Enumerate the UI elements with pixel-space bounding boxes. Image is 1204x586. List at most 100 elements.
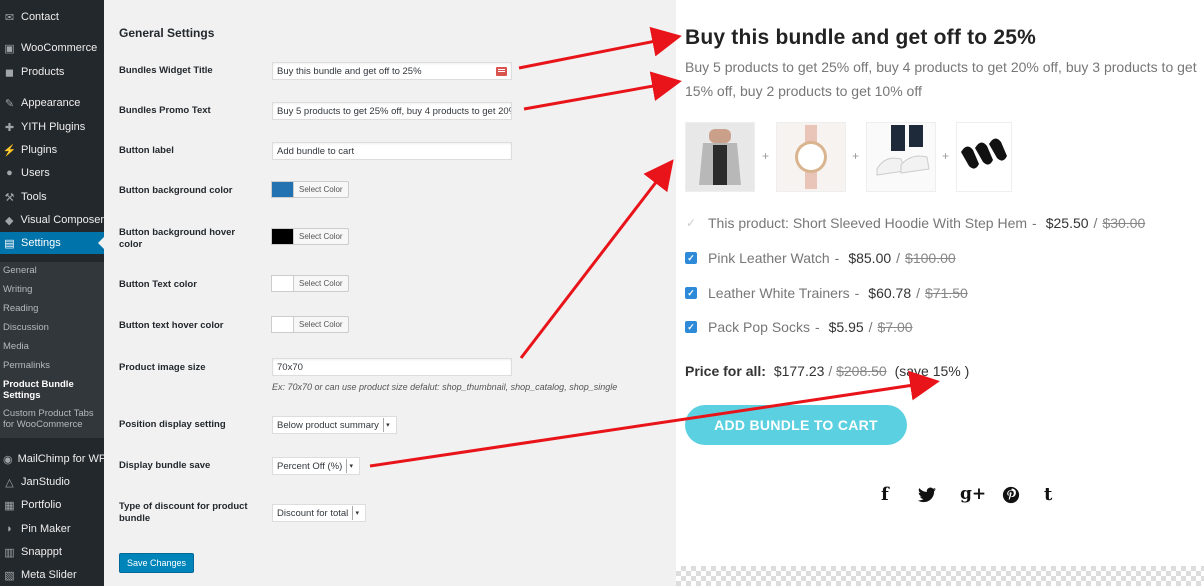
text-color-picker[interactable]: Select Color bbox=[271, 275, 349, 292]
plus-separator: + bbox=[762, 149, 770, 163]
menu-label: JanStudio bbox=[21, 476, 70, 488]
menu-label: Snapppt bbox=[21, 546, 62, 558]
menu-contact[interactable]: ✉ Contact bbox=[0, 6, 104, 28]
menu-label: Users bbox=[21, 167, 50, 179]
bg-hover-color-swatch[interactable] bbox=[271, 228, 293, 245]
menu-label: WooCommerce bbox=[21, 42, 98, 54]
item-name: Pink Leather Watch bbox=[708, 250, 830, 266]
product-thumbnail-watch[interactable] bbox=[776, 122, 846, 192]
menu-janstudio[interactable]: △ JanStudio bbox=[0, 471, 104, 493]
menu-visual-composer[interactable]: ◆ Visual Composer bbox=[0, 209, 104, 231]
bg-select-color-button[interactable]: Select Color bbox=[293, 181, 349, 198]
menu-appearance[interactable]: ✎ Appearance bbox=[0, 92, 104, 114]
facebook-icon[interactable]: f bbox=[881, 484, 889, 505]
bg-hover-select-color-button[interactable]: Select Color bbox=[293, 228, 349, 245]
item-slash: / bbox=[896, 250, 901, 266]
menu-meta-slider[interactable]: ▧ Meta Slider bbox=[0, 564, 104, 586]
menu-yith-plugins[interactable]: ✚ YITH Plugins bbox=[0, 116, 104, 138]
submenu-general[interactable]: General bbox=[3, 265, 37, 276]
plus-separator: + bbox=[942, 149, 950, 163]
menu-users[interactable]: ● Users bbox=[0, 162, 104, 184]
position-select[interactable]: Below product summary ▾ bbox=[272, 416, 397, 434]
text-hover-select-color-button[interactable]: Select Color bbox=[293, 316, 349, 333]
bg-hover-color-picker[interactable]: Select Color bbox=[271, 228, 349, 245]
submenu-product-bundle-settings[interactable]: Product Bundle Settings bbox=[3, 379, 99, 401]
total-label: Price for all: bbox=[685, 363, 766, 379]
bg-color-swatch[interactable] bbox=[271, 181, 293, 198]
submenu-custom-product-tabs[interactable]: Custom Product Tabs for WooCommerce bbox=[3, 408, 103, 430]
bundle-save-value: Percent Off (%) bbox=[277, 460, 343, 472]
item-checkbox[interactable]: ✓ bbox=[685, 252, 697, 264]
menu-label: Visual Composer bbox=[20, 214, 104, 226]
menu-mailchimp[interactable]: ◉ MailChimp for WP bbox=[0, 448, 107, 470]
menu-portfolio[interactable]: ▦ Portfolio bbox=[0, 494, 104, 516]
item-slash: / bbox=[916, 285, 921, 301]
item-checkbox[interactable]: ✓ bbox=[685, 287, 697, 299]
menu-snapppt[interactable]: ▥ Snapppt bbox=[0, 541, 104, 563]
promo-text-label: Bundles Promo Text bbox=[119, 105, 211, 116]
menu-pin-maker[interactable]: ◗ Pin Maker bbox=[0, 518, 104, 540]
submenu-permalinks[interactable]: Permalinks bbox=[3, 360, 50, 371]
menu-settings[interactable]: ▤ Settings bbox=[0, 232, 104, 254]
position-label: Position display setting bbox=[119, 419, 226, 430]
bundle-preview: Buy this bundle and get off to 25% Buy 5… bbox=[676, 0, 1204, 586]
mailchimp-icon: ◉ bbox=[3, 453, 13, 466]
bg-color-picker[interactable]: Select Color bbox=[271, 181, 349, 198]
item-price: $85.00 bbox=[848, 250, 892, 266]
bundle-item-row: ✓ This product: Short Sleeved Hoodie Wit… bbox=[685, 215, 1145, 231]
menu-label: YITH Plugins bbox=[21, 121, 86, 133]
text-select-color-button[interactable]: Select Color bbox=[293, 275, 349, 292]
widget-title-value: Buy this bundle and get off to 25% bbox=[277, 66, 422, 77]
box-icon: ◼ bbox=[4, 66, 15, 79]
twitter-icon[interactable] bbox=[918, 484, 936, 508]
slider-icon: ▧ bbox=[4, 569, 15, 582]
product-thumbnail-socks[interactable] bbox=[956, 122, 1012, 192]
janstudio-icon: △ bbox=[5, 476, 14, 489]
menu-tools[interactable]: ⚒ Tools bbox=[0, 186, 104, 208]
user-icon: ● bbox=[6, 167, 13, 179]
transparency-pattern bbox=[676, 566, 1204, 586]
submenu-writing[interactable]: Writing bbox=[3, 284, 32, 295]
snapppt-icon: ▥ bbox=[4, 546, 15, 559]
promo-text-input[interactable]: Buy 5 products to get 25% off, buy 4 pro… bbox=[272, 102, 512, 120]
item-old-price: $71.50 bbox=[925, 285, 968, 301]
checkmark-icon: ✓ bbox=[685, 216, 697, 230]
pinterest-icon[interactable] bbox=[1002, 484, 1020, 509]
save-changes-button[interactable]: Save Changes bbox=[119, 553, 195, 573]
woocommerce-icon: ▣ bbox=[4, 42, 15, 55]
text-hover-color-picker[interactable]: Select Color bbox=[271, 316, 349, 333]
menu-products[interactable]: ◼ Products bbox=[0, 61, 104, 83]
total-save: (save 15% ) bbox=[894, 363, 970, 379]
image-size-input[interactable]: 70x70 bbox=[272, 358, 512, 376]
menu-label: Pin Maker bbox=[21, 523, 71, 535]
page-title: General Settings bbox=[119, 26, 215, 40]
product-thumbnail-hoodie[interactable] bbox=[685, 122, 755, 192]
menu-label: MailChimp for WP bbox=[17, 453, 107, 465]
bundle-save-select[interactable]: Percent Off (%) ▾ bbox=[272, 457, 361, 475]
item-checkbox[interactable]: ✓ bbox=[685, 321, 697, 333]
socks-image bbox=[961, 138, 1007, 169]
menu-label: Tools bbox=[21, 191, 47, 203]
bundle-save-label: Display bundle save bbox=[119, 460, 211, 471]
submenu-media[interactable]: Media bbox=[3, 341, 29, 352]
text-hover-color-swatch[interactable] bbox=[271, 316, 293, 333]
google-plus-icon[interactable]: g+ bbox=[960, 484, 986, 504]
submenu-reading[interactable]: Reading bbox=[3, 303, 38, 314]
widget-title-input[interactable]: Buy this bundle and get off to 25% bbox=[272, 62, 512, 80]
menu-woocommerce[interactable]: ▣ WooCommerce bbox=[0, 37, 104, 59]
product-thumbnail-trainers[interactable] bbox=[866, 122, 936, 192]
text-color-swatch[interactable] bbox=[271, 275, 293, 292]
bg-color-label: Button background color bbox=[119, 185, 233, 196]
discount-type-label: Type of discount for product bundle bbox=[119, 501, 248, 524]
button-label-input[interactable]: Add bundle to cart bbox=[272, 142, 512, 160]
submenu-discussion[interactable]: Discussion bbox=[3, 322, 49, 333]
tumblr-icon[interactable]: t bbox=[1044, 484, 1052, 505]
button-label-label: Button label bbox=[119, 145, 174, 156]
add-bundle-to-cart-button[interactable]: ADD BUNDLE TO CART bbox=[685, 405, 907, 445]
item-dash: - bbox=[834, 250, 840, 266]
menu-plugins[interactable]: ⚡ Plugins bbox=[0, 139, 104, 161]
menu-label: Appearance bbox=[21, 97, 81, 109]
bundle-item-row: ✓ Pink Leather Watch - $85.00/ $100.00 bbox=[685, 250, 956, 266]
image-size-help: Ex: 70x70 or can use product size defalu… bbox=[272, 382, 618, 392]
discount-type-select[interactable]: Discount for total ▾ bbox=[272, 504, 367, 522]
